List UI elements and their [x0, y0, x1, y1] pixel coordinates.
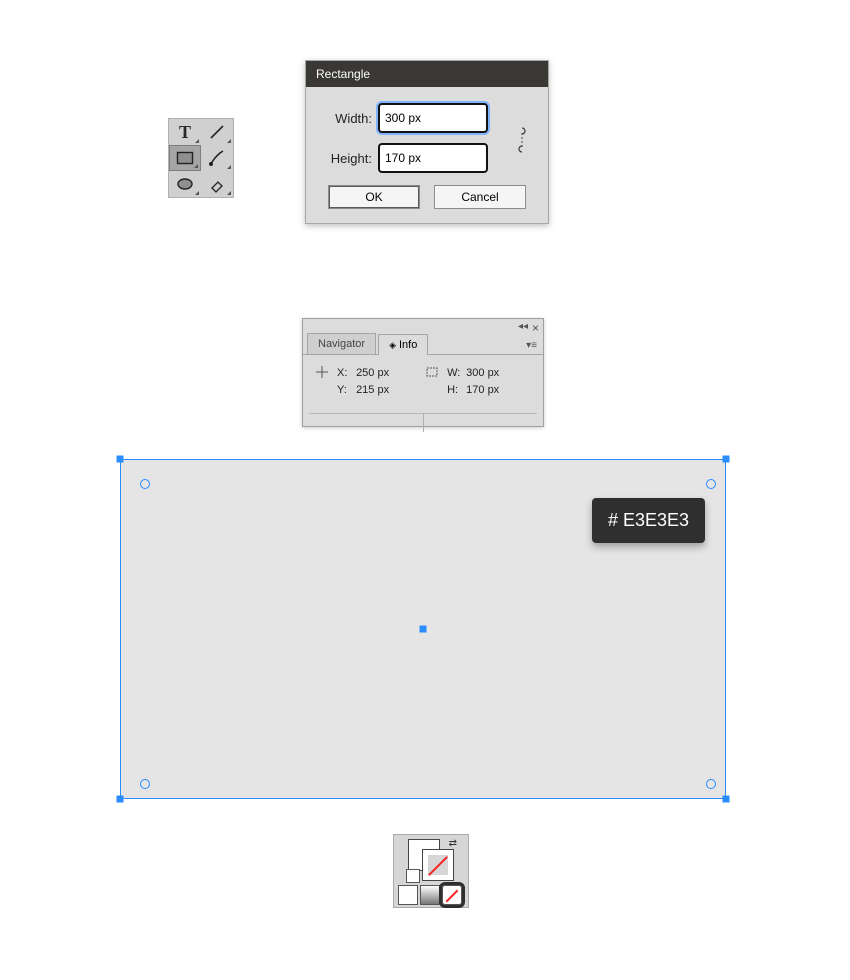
panel-menu-icon[interactable]: ▾≡: [520, 337, 543, 354]
tools-palette: T: [168, 118, 234, 198]
line-segment-tool[interactable]: [201, 119, 233, 145]
height-input[interactable]: [378, 143, 488, 173]
x-label: X:: [337, 365, 353, 382]
y-value: 215 px: [356, 384, 389, 396]
constrain-proportions-icon[interactable]: [510, 121, 534, 159]
h-label: H:: [447, 382, 463, 399]
center-handle[interactable]: [420, 626, 427, 633]
dimensions-icon: [425, 365, 439, 382]
width-input[interactable]: [378, 103, 488, 133]
y-label: Y:: [337, 382, 353, 399]
tab-info-label: Info: [399, 339, 417, 351]
live-corner-tr[interactable]: [706, 479, 716, 489]
type-tool[interactable]: T: [169, 119, 201, 145]
info-panel: ◂◂ × Navigator ◈Info ▾≡ X: 250 px Y: 215…: [302, 318, 544, 427]
live-corner-tl[interactable]: [140, 479, 150, 489]
ellipse-tool[interactable]: [169, 171, 201, 197]
selected-rectangle[interactable]: # E3E3E3: [120, 459, 726, 799]
color-mode-solid[interactable]: [398, 885, 418, 905]
w-value: 300 px: [466, 367, 499, 379]
ok-button[interactable]: OK: [328, 185, 420, 209]
paintbrush-tool[interactable]: [201, 145, 233, 171]
eraser-tool[interactable]: [201, 171, 233, 197]
handle-br[interactable]: [723, 796, 730, 803]
fill-color-tag: # E3E3E3: [592, 498, 705, 543]
h-value: 170 px: [466, 384, 499, 396]
color-mode-gradient[interactable]: [420, 885, 440, 905]
dialog-title: Rectangle: [306, 61, 548, 87]
canvas-stage[interactable]: # E3E3E3: [114, 453, 732, 805]
rectangle-dialog: Rectangle Width: Height: OK: [305, 60, 549, 224]
position-icon: [315, 365, 329, 382]
tab-navigator[interactable]: Navigator: [307, 333, 376, 354]
fill-stroke-palette: ⇄: [393, 834, 469, 908]
live-corner-bl[interactable]: [140, 779, 150, 789]
collapse-icon[interactable]: ◂◂: [518, 321, 528, 333]
close-icon[interactable]: ×: [532, 321, 539, 333]
live-corner-br[interactable]: [706, 779, 716, 789]
color-mode-none[interactable]: [442, 885, 462, 905]
rectangle-tool[interactable]: [169, 145, 201, 171]
w-label: W:: [447, 365, 463, 382]
swap-fill-stroke-icon[interactable]: ⇄: [449, 838, 457, 849]
stroke-swatch[interactable]: [422, 849, 454, 881]
x-value: 250 px: [356, 367, 389, 379]
handle-bl[interactable]: [117, 796, 124, 803]
handle-tr[interactable]: [723, 456, 730, 463]
tab-info[interactable]: ◈Info: [378, 334, 428, 355]
default-fill-stroke-icon[interactable]: [406, 869, 420, 883]
handle-tl[interactable]: [117, 456, 124, 463]
cancel-button[interactable]: Cancel: [434, 185, 526, 209]
width-label: Width:: [320, 111, 372, 126]
height-label: Height:: [320, 151, 372, 166]
